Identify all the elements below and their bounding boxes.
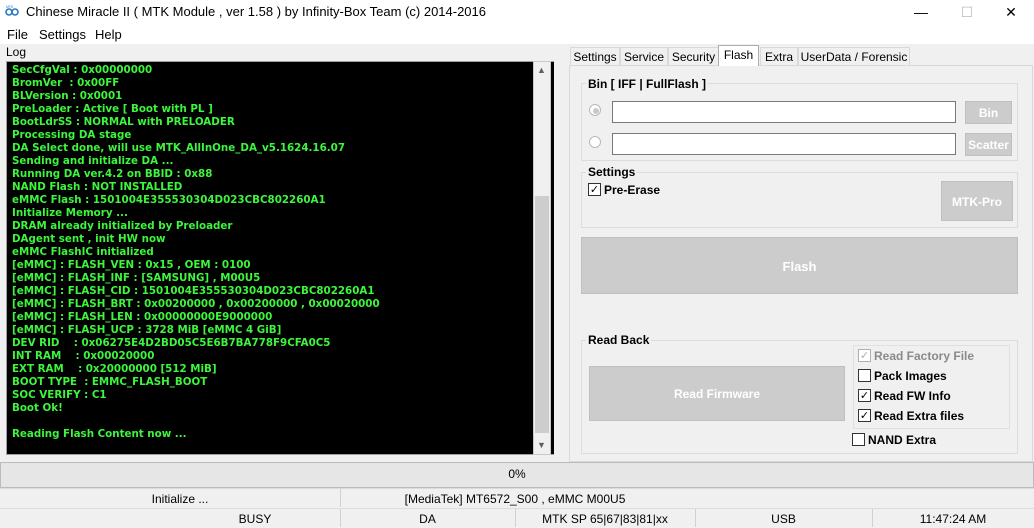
log-line: Reading Flash Content now ... [12, 428, 187, 440]
pre-erase-checkbox[interactable]: ✓ [588, 183, 601, 196]
log-line: BOOT TYPE : EMMC_FLASH_BOOT [12, 376, 208, 388]
scatter-radio[interactable] [589, 136, 601, 148]
menu-file[interactable]: File [7, 27, 28, 42]
nand-extra-checkbox[interactable] [852, 433, 865, 446]
log-line: DRAM already initialized by Preloader [12, 220, 233, 232]
read-extra-files-checkbox[interactable]: ✓ [858, 409, 871, 422]
log-line: Sending and initialize DA ... [12, 155, 174, 167]
read-fw-info-label: Read FW Info [874, 389, 951, 403]
flash-button[interactable]: Flash [581, 237, 1018, 294]
log-line: PreLoader : Active [ Boot with PL ] [12, 103, 213, 115]
tab-service[interactable]: Service [620, 47, 668, 65]
log-line: DA Select done, will use MTK_AllInOne_DA… [12, 142, 345, 154]
status-busy: BUSY [238, 512, 272, 526]
close-button[interactable]: ✕ [988, 0, 1034, 24]
log-line: Running DA ver.4.2 on BBID : 0x88 [12, 168, 213, 180]
mtk-pro-button[interactable]: MTK-Pro [941, 181, 1013, 221]
log-line: [eMMC] : FLASH_LEN : 0x00000000E9000000 [12, 311, 273, 323]
progress-percent: 0% [508, 467, 526, 481]
log-line: eMMC FlashIC initialized [12, 246, 154, 258]
settings-group-label: Settings [586, 165, 638, 179]
log-line: INT RAM : 0x00020000 [12, 350, 155, 362]
pack-images-label: Pack Images [874, 369, 947, 383]
log-line: Processing DA stage [12, 129, 132, 141]
svg-text:MTK: MTK [6, 5, 14, 9]
log-line: DEV RID : 0x06275E4D2BD05C5E6B7BA778F9CF… [12, 337, 331, 349]
pack-images-checkbox[interactable] [858, 369, 871, 382]
window-title: Chinese Miracle II ( MTK Module , ver 1.… [26, 4, 487, 19]
status-device-info: [MediaTek] MT6572_S00 , eMMC M00U5 [404, 492, 626, 506]
scroll-thumb[interactable] [535, 196, 549, 433]
tab-flash[interactable]: Flash [718, 45, 759, 66]
minimize-button[interactable]: — [898, 0, 944, 24]
log-line: DAgent sent , init HW now [12, 233, 166, 245]
log-line: SOC VERIFY : C1 [12, 389, 107, 401]
bin-path-field[interactable] [612, 101, 956, 123]
status-da: DA [419, 512, 436, 526]
tab-security[interactable]: Security [668, 47, 719, 65]
app-logo-icon: MTK [5, 5, 19, 16]
log-output: SecCfgVal : 0x00000000 BromVer : 0x00FF BL… [12, 64, 532, 441]
status-message: Initialize ... [151, 492, 209, 506]
scatter-button[interactable]: Scatter [965, 133, 1012, 156]
menu-bar [0, 24, 1034, 44]
log-line: BLVersion : 0x0001 [12, 90, 123, 102]
log-line: Initialize Memory ... [12, 207, 128, 219]
log-line: EXT RAM : 0x20000000 [512 MiB] [12, 363, 217, 375]
log-line: BootLdrSS : NORMAL with PRELOADER [12, 116, 235, 128]
read-firmware-button[interactable]: Read Firmware [589, 366, 845, 421]
read-factory-file-label: Read Factory File [874, 349, 975, 363]
bin-radio[interactable] [589, 104, 601, 116]
read-back-group-label: Read Back [586, 333, 652, 347]
read-extra-files-label: Read Extra files [874, 409, 965, 423]
menu-help[interactable]: Help [95, 27, 122, 42]
bin-group-label: Bin [ IFF | FullFlash ] [586, 77, 709, 91]
nand-extra-label: NAND Extra [868, 433, 937, 447]
log-line: [eMMC] : FLASH_CID : 1501004E355530304D0… [12, 285, 375, 297]
log-line: SecCfgVal : 0x00000000 [12, 64, 153, 76]
log-line: Boot Ok! [12, 402, 63, 414]
log-line: NAND Flash : NOT INSTALLED [12, 181, 183, 193]
checkmark-icon: ✓ [859, 410, 870, 422]
checkmark-icon: ✓ [589, 184, 600, 196]
log-line: [eMMC] : FLASH_UCP : 3728 MiB [eMMC 4 Gi… [12, 324, 282, 336]
tab-extra[interactable]: Extra [760, 47, 798, 65]
log-line: [eMMC] : FLASH_INF : [SAMSUNG] , M00U5 [12, 272, 261, 284]
status-time: 11:47:24 AM [919, 512, 987, 526]
read-factory-file-checkbox[interactable]: ✓ [858, 349, 871, 362]
log-line: [eMMC] : FLASH_BRT : 0x00200000 , 0x0020… [12, 298, 380, 310]
log-line: eMMC Flash : 1501004E355530304D023CBC802… [12, 194, 326, 206]
maximize-button[interactable]: ☐ [944, 0, 990, 24]
scatter-path-field[interactable] [612, 133, 956, 155]
log-line: [eMMC] : FLASH_VEN : 0x15 , OEM : 0100 [12, 259, 251, 271]
log-label: Log [6, 45, 27, 59]
menu-settings[interactable]: Settings [39, 27, 86, 42]
status-usb: USB [771, 512, 796, 526]
tab-settings[interactable]: Settings [570, 47, 620, 65]
tab-userdata-forensic[interactable]: UserData / Forensic [798, 47, 910, 65]
scroll-down-arrow-icon[interactable]: ▼ [533, 437, 550, 454]
status-mtk-sp: MTK SP 65|67|83|81|xx [542, 512, 668, 526]
pre-erase-label: Pre-Erase [604, 183, 661, 197]
checkmark-icon: ✓ [859, 350, 870, 362]
checkmark-icon: ✓ [859, 390, 870, 402]
scroll-up-arrow-icon[interactable]: ▲ [533, 62, 550, 79]
bin-button[interactable]: Bin [965, 101, 1012, 124]
read-fw-info-checkbox[interactable]: ✓ [858, 389, 871, 402]
log-line: BromVer : 0x00FF [12, 77, 120, 89]
